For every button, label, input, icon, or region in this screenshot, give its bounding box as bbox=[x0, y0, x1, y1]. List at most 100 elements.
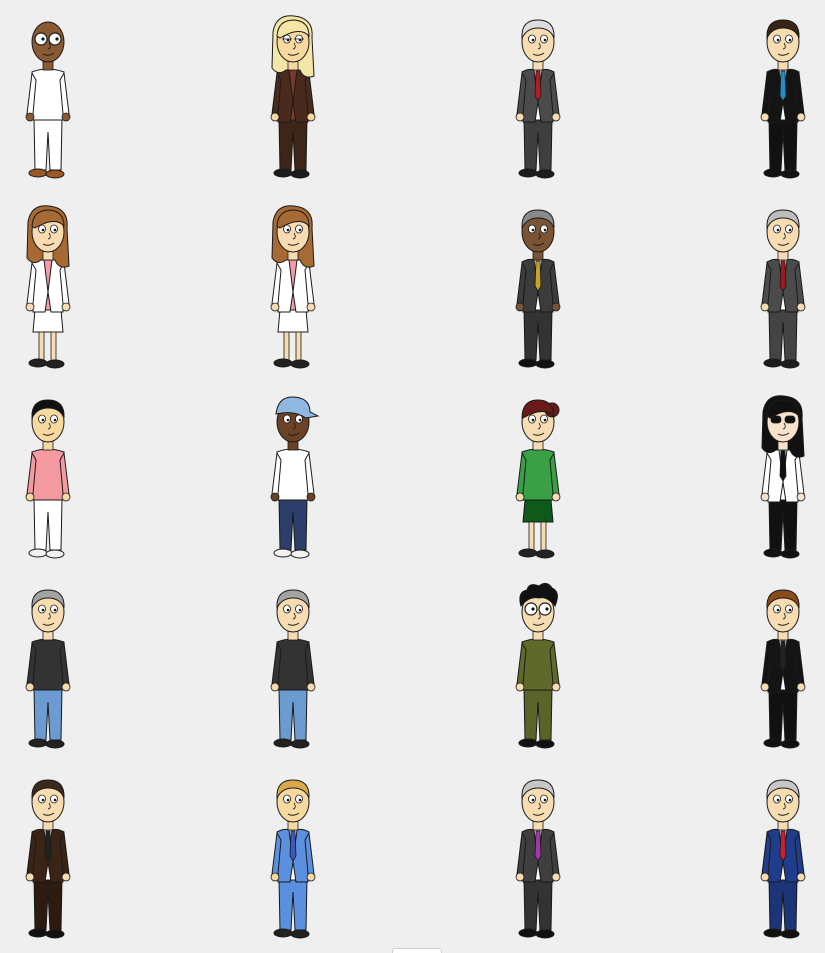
character-figure bbox=[515, 779, 561, 939]
eye-left bbox=[773, 604, 781, 614]
shoe-right bbox=[290, 359, 310, 369]
character-grid bbox=[0, 0, 825, 953]
pupil-left bbox=[286, 798, 290, 802]
pupil-right bbox=[788, 38, 792, 42]
character-blonde-woman-brown-suit[interactable] bbox=[250, 10, 340, 185]
torso bbox=[31, 638, 65, 691]
leg-right bbox=[540, 521, 547, 553]
hand-left bbox=[270, 872, 280, 882]
character-old-man-black-shirt-jeans[interactable] bbox=[5, 580, 95, 755]
shoe-right bbox=[535, 739, 555, 749]
tie bbox=[779, 260, 787, 292]
pupil-right bbox=[53, 418, 57, 422]
pupil-right bbox=[298, 798, 302, 802]
tie bbox=[289, 830, 297, 862]
hand-left bbox=[270, 302, 280, 312]
eye-right bbox=[540, 224, 548, 234]
eye-right bbox=[50, 414, 58, 424]
torso bbox=[31, 68, 65, 121]
character-sunglasses-white-jacket[interactable] bbox=[740, 390, 825, 565]
shoe-right bbox=[780, 549, 800, 559]
character-figure bbox=[25, 779, 71, 939]
character-gray-hair-man-gray-suit-red-tie[interactable] bbox=[740, 200, 825, 375]
shoe-right bbox=[780, 739, 800, 749]
pupil-right bbox=[543, 418, 547, 422]
pupil-left bbox=[776, 38, 780, 42]
shoe-right bbox=[45, 929, 65, 939]
hand-left bbox=[270, 112, 280, 122]
tie bbox=[534, 260, 542, 292]
horizontal-scrollbar-thumb[interactable] bbox=[392, 948, 442, 953]
hand-left bbox=[515, 682, 525, 692]
pupil-right bbox=[543, 228, 547, 232]
hand-right bbox=[306, 112, 316, 122]
eye-left bbox=[283, 224, 291, 234]
hand-left bbox=[760, 872, 770, 882]
pupil-left bbox=[41, 37, 45, 41]
tie bbox=[779, 830, 787, 862]
skirt bbox=[277, 309, 309, 333]
character-old-man-black-shirt-jeans-2[interactable] bbox=[250, 580, 340, 755]
shoe-left bbox=[518, 548, 538, 558]
character-curly-hair-glasses-olive-uniform[interactable] bbox=[495, 580, 585, 755]
character-figure bbox=[760, 779, 806, 939]
tie bbox=[534, 830, 542, 862]
eye-right bbox=[50, 224, 58, 234]
hand-right bbox=[551, 682, 561, 692]
hand-left bbox=[515, 492, 525, 502]
pants bbox=[278, 687, 308, 741]
sunglasses-right bbox=[784, 415, 796, 424]
hand-left bbox=[25, 682, 35, 692]
character-bearded-man-brown-suit[interactable] bbox=[5, 770, 95, 945]
character-bald-man-white-outfit[interactable] bbox=[5, 10, 95, 185]
character-man-mustache-gray-suit-gold-tie[interactable] bbox=[495, 200, 585, 375]
shoe-left bbox=[28, 168, 48, 178]
shoe-right bbox=[45, 169, 65, 179]
leg-left bbox=[38, 331, 45, 363]
eye-left bbox=[528, 794, 536, 804]
skirt bbox=[522, 499, 554, 523]
hand-right bbox=[61, 682, 71, 692]
character-man-black-suit-blue-tie[interactable] bbox=[740, 10, 825, 185]
character-blond-man-light-blue-suit[interactable] bbox=[250, 770, 340, 945]
pupil-left bbox=[776, 608, 780, 612]
shoe-right bbox=[290, 739, 310, 749]
shoe-left bbox=[763, 928, 783, 938]
character-woman-pink-top-white-skirt-2[interactable] bbox=[250, 200, 340, 375]
character-woman-pink-top-white-skirt[interactable] bbox=[5, 200, 95, 375]
pants bbox=[768, 117, 798, 171]
torso bbox=[276, 638, 310, 691]
shoe-right bbox=[535, 549, 555, 559]
character-rapper-blue-cap-gold-chain[interactable] bbox=[250, 390, 340, 565]
shoe-right bbox=[535, 169, 555, 179]
shoe-left bbox=[518, 168, 538, 178]
tie bbox=[779, 70, 787, 102]
shoe-right bbox=[535, 359, 555, 369]
pupil-left bbox=[531, 38, 535, 42]
sunglasses-left bbox=[770, 415, 782, 424]
pants bbox=[523, 307, 553, 361]
hand-right bbox=[796, 302, 806, 312]
character-old-man-gray-suit-red-tie[interactable] bbox=[495, 10, 585, 185]
eye-left bbox=[283, 794, 291, 804]
hand-right bbox=[551, 492, 561, 502]
pants bbox=[768, 497, 798, 551]
pants bbox=[523, 117, 553, 171]
eye-right bbox=[538, 602, 552, 616]
shoe-left bbox=[28, 548, 48, 558]
character-gray-hair-man-purple-tie[interactable] bbox=[495, 770, 585, 945]
character-gray-hair-man-navy-suit-red-tie[interactable] bbox=[740, 770, 825, 945]
pants bbox=[523, 687, 553, 741]
character-man-pink-shirt-white-pants[interactable] bbox=[5, 390, 95, 565]
character-man-black-suit-black-tie[interactable] bbox=[740, 580, 825, 755]
hand-right bbox=[796, 112, 806, 122]
character-figure bbox=[515, 399, 561, 559]
pupil-left bbox=[286, 228, 290, 232]
shoe-left bbox=[518, 928, 538, 938]
leg-left bbox=[528, 521, 535, 553]
pupil-right bbox=[298, 418, 302, 422]
eye-left bbox=[38, 794, 46, 804]
character-woman-green-top-green-skirt[interactable] bbox=[495, 390, 585, 565]
pupil-right bbox=[298, 228, 302, 232]
torso bbox=[521, 448, 555, 501]
